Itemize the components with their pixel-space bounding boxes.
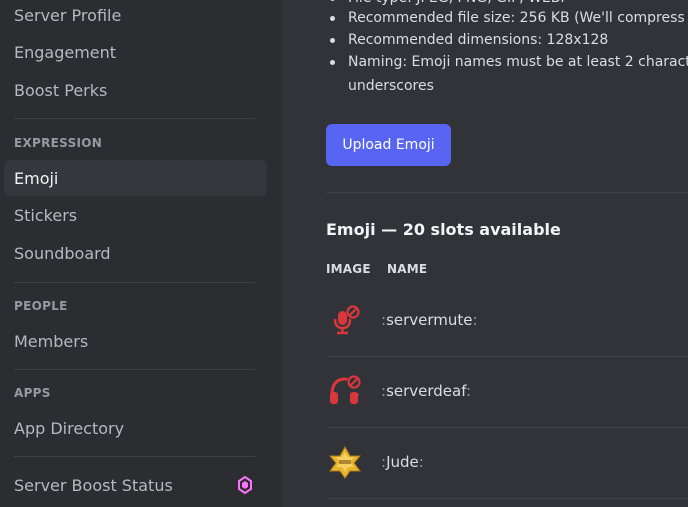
column-header-image: IMAGE — [326, 262, 371, 276]
row-divider — [326, 498, 688, 499]
sidebar-item-label: Engagement — [14, 42, 117, 62]
section-header-people: PEOPLE — [14, 299, 68, 313]
sidebar-item-app-directory[interactable]: App Directory — [4, 410, 267, 446]
section-divider — [326, 192, 688, 193]
sidebar-item-label: Boost Perks — [14, 80, 108, 100]
star-badge-icon — [328, 445, 362, 479]
emoji-slots-heading: Emoji — 20 slots available — [326, 220, 561, 239]
emoji-name[interactable]: :servermute: — [381, 311, 478, 329]
emoji-settings-panel: File type: JPEG, PNG, GIF, WEBP Recommen… — [282, 0, 688, 507]
boost-gem-icon — [238, 476, 252, 494]
sidebar-item-label: Emoji — [14, 168, 59, 188]
sidebar-item-soundboard[interactable]: Soundboard — [4, 235, 267, 271]
table-row[interactable]: :servermute: — [326, 285, 688, 356]
sidebar-item-emoji[interactable]: Emoji — [4, 160, 267, 196]
sidebar-item-server-profile[interactable]: Server Profile — [4, 0, 267, 33]
mic-muted-icon — [333, 305, 360, 335]
sidebar-item-label: Server Boost Status — [14, 475, 173, 495]
sidebar-item-server-boost-status[interactable]: Server Boost Status — [4, 467, 267, 503]
sidebar-divider — [14, 118, 255, 119]
sidebar-item-members[interactable]: Members — [4, 323, 267, 359]
table-row[interactable]: :serverdeaf: — [326, 357, 688, 428]
sidebar-item-label: Stickers — [14, 205, 78, 225]
requirement-item-continued: underscores — [348, 78, 434, 94]
sidebar-item-stickers[interactable]: Stickers — [4, 197, 267, 233]
sidebar-item-label: Server Profile — [14, 5, 122, 25]
upload-emoji-button[interactable]: Upload Emoji — [326, 124, 451, 166]
headphones-deafened-icon — [330, 375, 361, 404]
upload-requirements-list: File type: JPEG, PNG, GIF, WEBP Recommen… — [326, 0, 688, 72]
requirement-item: Recommended dimensions: 128x128 — [326, 30, 688, 50]
section-header-expression: EXPRESSION — [14, 136, 103, 150]
emoji-name[interactable]: :serverdeaf: — [381, 382, 471, 400]
table-row[interactable]: :Jude: — [326, 428, 688, 499]
section-header-apps: APPS — [14, 386, 51, 400]
sidebar-item-engagement[interactable]: Engagement — [4, 34, 267, 70]
settings-sidebar: Server Profile Engagement Boost Perks EX… — [0, 0, 282, 507]
sidebar-item-label: Soundboard — [14, 243, 111, 263]
column-header-name: NAME — [387, 262, 428, 276]
requirement-item: Recommended file size: 256 KB (We'll com… — [326, 8, 688, 28]
sidebar-item-label: Members — [14, 331, 89, 351]
sidebar-divider — [14, 369, 255, 370]
emoji-name[interactable]: :Jude: — [381, 453, 424, 471]
sidebar-divider — [14, 282, 255, 283]
sidebar-divider — [14, 456, 255, 457]
sidebar-item-boost-perks[interactable]: Boost Perks — [4, 72, 267, 108]
requirement-item: File type: JPEG, PNG, GIF, WEBP — [326, 0, 688, 8]
requirement-item: Naming: Emoji names must be at least 2 c… — [326, 52, 688, 72]
sidebar-item-label: App Directory — [14, 418, 125, 438]
